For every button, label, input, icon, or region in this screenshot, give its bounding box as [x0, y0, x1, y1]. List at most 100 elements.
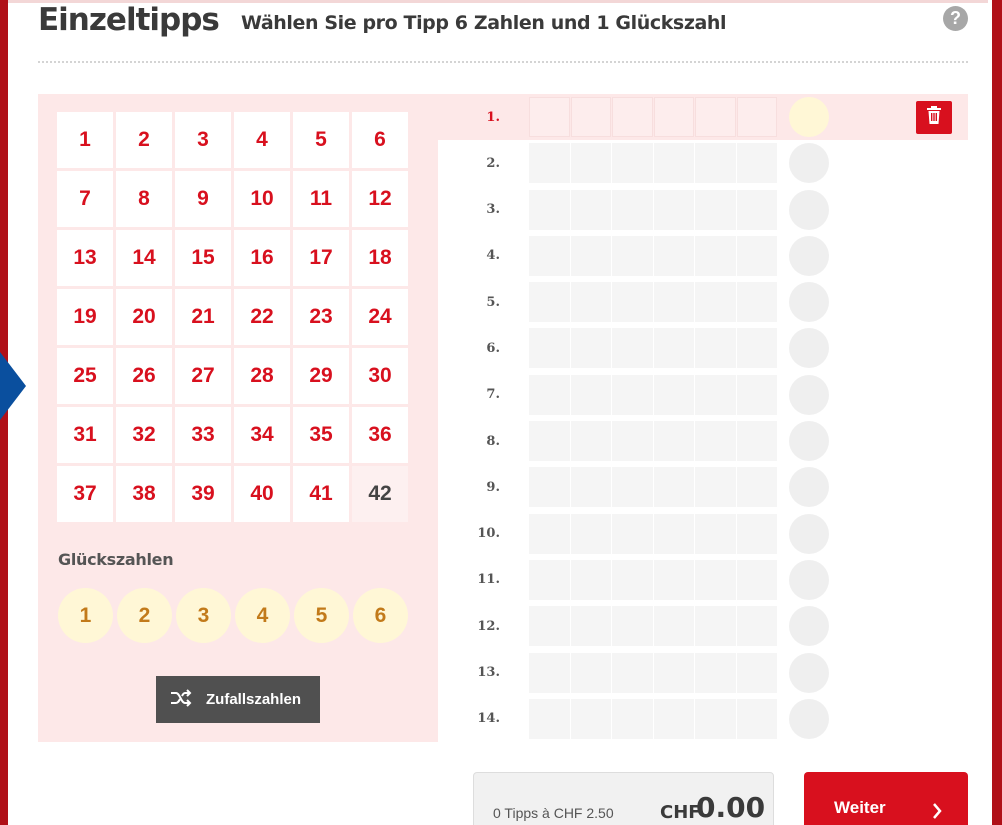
tip-number-slot[interactable]	[653, 97, 694, 137]
number-cell[interactable]: 7	[57, 171, 113, 227]
number-cell[interactable]: 30	[352, 348, 408, 404]
tip-number-slot[interactable]	[695, 235, 736, 276]
number-cell[interactable]: 41	[293, 466, 349, 522]
tip-number-slot[interactable]	[570, 97, 611, 137]
lucky-number-ball[interactable]: 3	[176, 588, 231, 643]
tip-number-slot[interactable]	[695, 97, 736, 137]
tip-number-slot[interactable]	[695, 652, 736, 693]
tip-number-slot[interactable]	[612, 97, 653, 137]
number-cell[interactable]: 12	[352, 171, 408, 227]
tip-number-slot[interactable]	[612, 698, 653, 739]
tip-lucky-slot[interactable]	[789, 421, 829, 462]
number-cell[interactable]: 37	[57, 466, 113, 522]
tip-number-slot[interactable]	[570, 328, 611, 369]
tip-number-slot[interactable]	[570, 606, 611, 647]
number-cell[interactable]: 21	[175, 289, 231, 345]
number-cell[interactable]: 4	[234, 112, 290, 168]
number-cell[interactable]: 16	[234, 230, 290, 286]
number-cell[interactable]: 29	[293, 348, 349, 404]
tip-lucky-slot[interactable]	[789, 606, 829, 647]
tip-number-slot[interactable]	[612, 513, 653, 554]
number-cell[interactable]: 2	[116, 112, 172, 168]
tip-number-slot[interactable]	[695, 282, 736, 323]
number-cell[interactable]: 42	[352, 466, 408, 522]
number-cell[interactable]: 33	[175, 407, 231, 463]
tip-row[interactable]: 5.	[438, 279, 968, 325]
number-cell[interactable]: 23	[293, 289, 349, 345]
tip-row[interactable]: 13.	[438, 650, 968, 696]
number-cell[interactable]: 39	[175, 466, 231, 522]
tip-number-slot[interactable]	[570, 235, 611, 276]
tip-number-slot[interactable]	[612, 652, 653, 693]
tip-row[interactable]: 3.	[438, 187, 968, 233]
tip-number-slot[interactable]	[736, 513, 777, 554]
tip-number-slot[interactable]	[529, 559, 570, 600]
delete-tip-button[interactable]	[916, 101, 952, 134]
tip-lucky-slot[interactable]	[789, 559, 829, 600]
tip-number-slot[interactable]	[695, 374, 736, 415]
lucky-number-ball[interactable]: 4	[235, 588, 290, 643]
tip-number-slot[interactable]	[529, 328, 570, 369]
number-cell[interactable]: 19	[57, 289, 113, 345]
tip-number-slot[interactable]	[529, 374, 570, 415]
tip-number-slot[interactable]	[570, 189, 611, 230]
tip-lucky-slot[interactable]	[789, 97, 829, 137]
tip-lucky-slot[interactable]	[789, 652, 829, 693]
tip-number-slot[interactable]	[529, 421, 570, 462]
number-cell[interactable]: 3	[175, 112, 231, 168]
tip-number-slot[interactable]	[529, 698, 570, 739]
lucky-number-ball[interactable]: 1	[58, 588, 113, 643]
number-cell[interactable]: 17	[293, 230, 349, 286]
tip-number-slot[interactable]	[529, 513, 570, 554]
tip-number-slot[interactable]	[612, 143, 653, 184]
tip-number-slot[interactable]	[695, 421, 736, 462]
tip-lucky-slot[interactable]	[789, 698, 829, 739]
number-cell[interactable]: 20	[116, 289, 172, 345]
tip-row[interactable]: 11.	[438, 557, 968, 603]
tip-row[interactable]: 10.	[438, 511, 968, 557]
lucky-number-ball[interactable]: 6	[353, 588, 408, 643]
tip-number-slot[interactable]	[653, 652, 694, 693]
tip-number-slot[interactable]	[570, 421, 611, 462]
tip-row[interactable]: 7.	[438, 372, 968, 418]
number-cell[interactable]: 9	[175, 171, 231, 227]
tip-number-slot[interactable]	[736, 328, 777, 369]
tip-number-slot[interactable]	[736, 559, 777, 600]
tip-number-slot[interactable]	[695, 467, 736, 508]
tip-number-slot[interactable]	[653, 282, 694, 323]
tip-number-slot[interactable]	[612, 235, 653, 276]
next-button[interactable]: Weiter	[804, 772, 968, 825]
tip-row[interactable]: 12.	[438, 603, 968, 649]
tip-number-slot[interactable]	[736, 606, 777, 647]
tip-number-slot[interactable]	[695, 143, 736, 184]
tip-number-slot[interactable]	[736, 421, 777, 462]
tip-number-slot[interactable]	[695, 698, 736, 739]
tip-number-slot[interactable]	[570, 143, 611, 184]
tip-lucky-slot[interactable]	[789, 143, 829, 184]
tip-lucky-slot[interactable]	[789, 328, 829, 369]
tip-number-slot[interactable]	[653, 698, 694, 739]
tip-lucky-slot[interactable]	[789, 513, 829, 554]
random-numbers-button[interactable]: Zufallszahlen	[156, 676, 320, 723]
tip-number-slot[interactable]	[612, 328, 653, 369]
number-cell[interactable]: 26	[116, 348, 172, 404]
tip-number-slot[interactable]	[529, 189, 570, 230]
number-cell[interactable]: 27	[175, 348, 231, 404]
tip-number-slot[interactable]	[612, 606, 653, 647]
tip-number-slot[interactable]	[529, 143, 570, 184]
tip-number-slot[interactable]	[653, 513, 694, 554]
number-cell[interactable]: 18	[352, 230, 408, 286]
tip-number-slot[interactable]	[612, 189, 653, 230]
tip-number-slot[interactable]	[570, 559, 611, 600]
number-cell[interactable]: 1	[57, 112, 113, 168]
tip-number-slot[interactable]	[529, 467, 570, 508]
number-cell[interactable]: 13	[57, 230, 113, 286]
number-cell[interactable]: 10	[234, 171, 290, 227]
lucky-number-ball[interactable]: 5	[294, 588, 349, 643]
tip-number-slot[interactable]	[612, 559, 653, 600]
tip-number-slot[interactable]	[653, 143, 694, 184]
number-cell[interactable]: 14	[116, 230, 172, 286]
help-icon[interactable]: ?	[943, 6, 968, 31]
tip-number-slot[interactable]	[695, 606, 736, 647]
tip-number-slot[interactable]	[736, 143, 777, 184]
